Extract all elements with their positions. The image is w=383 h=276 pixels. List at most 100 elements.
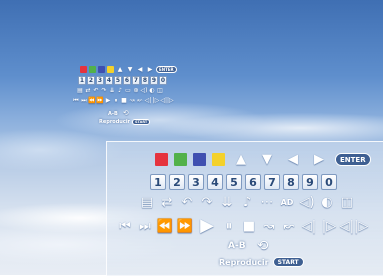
up-icon[interactable]: ▲ <box>116 66 124 73</box>
ab-label: A-B <box>108 110 118 117</box>
menu-icon[interactable]: ▤ <box>76 88 84 94</box>
audio-description-icon[interactable]: AD <box>277 198 297 207</box>
number-key[interactable]: 5 <box>114 76 122 85</box>
number-key[interactable]: 9 <box>302 174 318 190</box>
step-back-icon[interactable]: ◁| <box>299 220 319 233</box>
red-button[interactable] <box>80 66 87 73</box>
number-key[interactable]: 4 <box>105 76 113 85</box>
left-icon[interactable]: ◀ <box>136 66 144 73</box>
audio-icon[interactable]: ◁) <box>140 88 148 94</box>
blue-button[interactable] <box>193 153 206 166</box>
popup-icon[interactable]: ◫ <box>337 196 357 209</box>
play-icon[interactable]: ▶ <box>104 98 112 104</box>
pause-icon[interactable]: ⏸ <box>112 98 120 104</box>
audio-icon[interactable]: ◁) <box>297 196 317 209</box>
fast-rewind-icon[interactable]: ⏪ <box>88 98 96 104</box>
step-forward-icon[interactable]: |▷ <box>152 98 160 104</box>
blue-button[interactable] <box>98 66 105 73</box>
number-key[interactable]: 4 <box>207 174 223 190</box>
number-key[interactable]: 6 <box>245 174 261 190</box>
green-button[interactable] <box>174 153 187 166</box>
eject-icon[interactable]: ⇊ <box>217 196 237 209</box>
stop-icon[interactable]: ■ <box>120 98 128 104</box>
reproducir-label: Reproducir <box>99 119 131 125</box>
color-nav-row: ▲ ▼ ◀ ▶ ENTER <box>155 153 371 166</box>
forward-icon[interactable]: ↷ <box>100 88 108 94</box>
yellow-button[interactable] <box>107 66 114 73</box>
zoom-icon[interactable]: ⊛ <box>132 88 140 94</box>
time-icon[interactable]: ◐ <box>148 88 156 94</box>
down-icon[interactable]: ▼ <box>257 153 277 166</box>
slow-icon[interactable]: ↝ <box>259 220 279 233</box>
playback-row: ⏮ ⏭ ⏪ ⏩ ▶ ⏸ ■ ↝ ↜ ◁| |▷ ◁||▷ <box>115 217 369 235</box>
number-key[interactable]: 0 <box>321 174 337 190</box>
slow-back-icon[interactable]: ↜ <box>279 220 299 233</box>
frame-step-icon[interactable]: ◁||▷ <box>160 98 174 104</box>
fast-forward-icon[interactable]: ⏩ <box>175 220 195 233</box>
number-key[interactable]: 6 <box>123 76 131 85</box>
start-button[interactable]: START <box>272 257 304 267</box>
yellow-button[interactable] <box>212 153 225 166</box>
number-key[interactable]: 3 <box>188 174 204 190</box>
number-key[interactable]: 2 <box>169 174 185 190</box>
reproducir-row: Reproducir START <box>219 257 304 267</box>
left-icon[interactable]: ◀ <box>283 153 303 166</box>
repeat-icon[interactable]: ⟲ <box>121 110 131 117</box>
start-button[interactable]: START <box>132 119 151 125</box>
eject-icon[interactable]: ⇊ <box>108 88 116 94</box>
frame-step-icon[interactable]: ◁||▷ <box>339 220 369 233</box>
subtitle-icon[interactable]: ▭ <box>124 88 132 94</box>
ab-row: A-B ⟲ <box>228 239 274 253</box>
ab-label: A-B <box>228 241 246 251</box>
up-icon[interactable]: ▲ <box>231 153 251 166</box>
number-key[interactable]: 2 <box>87 76 95 85</box>
number-key[interactable]: 3 <box>96 76 104 85</box>
number-row: 1 2 3 4 5 6 7 8 9 0 <box>78 76 168 85</box>
fast-forward-icon[interactable]: ⏩ <box>96 98 104 104</box>
red-button[interactable] <box>155 153 168 166</box>
number-key[interactable]: 5 <box>226 174 242 190</box>
number-key[interactable]: 7 <box>264 174 280 190</box>
skip-back-icon[interactable]: ⏮ <box>72 98 80 104</box>
number-key[interactable]: 9 <box>150 76 158 85</box>
step-back-icon[interactable]: ◁| <box>144 98 152 104</box>
pause-icon[interactable]: ⏸ <box>219 220 239 233</box>
subtitle-icon[interactable]: ⋯ <box>257 196 277 209</box>
fast-rewind-icon[interactable]: ⏪ <box>155 220 175 233</box>
number-key[interactable]: 1 <box>78 76 86 85</box>
rewind-icon[interactable]: ↶ <box>177 196 197 209</box>
popup-icon[interactable]: ◫ <box>156 88 164 94</box>
step-forward-icon[interactable]: |▷ <box>319 220 339 233</box>
enter-button[interactable]: ENTER <box>335 153 371 166</box>
play-icon[interactable]: ▶ <box>195 217 219 235</box>
skip-back-icon[interactable]: ⏮ <box>115 220 135 233</box>
number-key[interactable]: 1 <box>150 174 166 190</box>
right-icon[interactable]: ▶ <box>146 66 154 73</box>
number-key[interactable]: 8 <box>283 174 299 190</box>
angle-icon[interactable]: ⇄ <box>84 88 92 94</box>
stop-icon[interactable]: ■ <box>239 220 259 233</box>
function-icons-row: ▤ ⇄ ↶ ↷ ⇊ ♪ ▭ ⊛ ◁) ◐ ◫ <box>76 88 164 94</box>
music-icon[interactable]: ♪ <box>237 196 257 209</box>
slow-icon[interactable]: ↝ <box>128 98 136 104</box>
enter-button[interactable]: ENTER <box>156 66 177 73</box>
menu-icon[interactable]: ▤ <box>137 196 157 209</box>
time-icon[interactable]: ◐ <box>317 196 337 209</box>
green-button[interactable] <box>89 66 96 73</box>
number-key[interactable]: 0 <box>159 76 167 85</box>
repeat-icon[interactable]: ⟲ <box>252 239 274 253</box>
music-icon[interactable]: ♪ <box>116 88 124 94</box>
slow-back-icon[interactable]: ↜ <box>136 98 144 104</box>
skip-forward-icon[interactable]: ⏭ <box>80 98 88 104</box>
angle-icon[interactable]: ⇄ <box>157 196 177 209</box>
number-row: 1 2 3 4 5 6 7 8 9 0 <box>150 174 340 190</box>
rewind-icon[interactable]: ↶ <box>92 88 100 94</box>
number-key[interactable]: 7 <box>132 76 140 85</box>
number-key[interactable]: 8 <box>141 76 149 85</box>
down-icon[interactable]: ▼ <box>126 66 134 73</box>
right-icon[interactable]: ▶ <box>309 153 329 166</box>
forward-icon[interactable]: ↷ <box>197 196 217 209</box>
big-button-panel: ▲ ▼ ◀ ▶ ENTER 1 2 3 4 5 6 7 8 9 0 ▤ ⇄ ↶ … <box>106 141 383 276</box>
reproducir-label: Reproducir <box>219 257 269 267</box>
skip-forward-icon[interactable]: ⏭ <box>135 220 155 233</box>
